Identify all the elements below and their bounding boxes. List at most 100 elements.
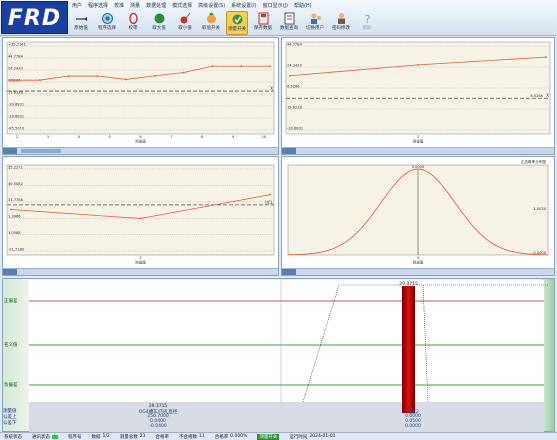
status-item-0: 系统状态 bbox=[4, 434, 22, 440]
status-item-5: 合格率 bbox=[155, 434, 169, 440]
x-axis-label: 测量值 bbox=[413, 260, 424, 265]
app-logo: FRD bbox=[1, 1, 68, 34]
scroll-right-button[interactable] bbox=[10, 148, 17, 154]
toolbar-label: 取小值 bbox=[178, 26, 192, 31]
status-label: 测量总数 bbox=[119, 434, 138, 440]
x-tick-label: 4 bbox=[78, 135, 81, 139]
lower-tolerance-label: 负偏差 bbox=[4, 383, 18, 388]
toolbar-button-6[interactable]: 测量开关 bbox=[226, 11, 248, 35]
status-label: 程序号 bbox=[68, 434, 82, 440]
y-tick-label: 40.5082 bbox=[8, 182, 23, 186]
data-point bbox=[139, 217, 142, 220]
range-chart-scrollbar[interactable] bbox=[3, 268, 278, 275]
scroll-left-button[interactable] bbox=[282, 148, 289, 154]
toolbar-label: 保存数据 bbox=[254, 26, 272, 31]
menu-item-7[interactable]: 系统设置(I) bbox=[231, 2, 256, 11]
right-axis-label: 1.0030 bbox=[533, 207, 546, 211]
toolbar-button-5[interactable]: 取值开关 bbox=[200, 11, 222, 35]
x-axis-label: 测量值 bbox=[135, 139, 146, 144]
scroll-left-button[interactable] bbox=[3, 269, 10, 275]
program-select-icon bbox=[101, 13, 113, 24]
menu-item-9[interactable]: 帮助(H) bbox=[294, 2, 312, 11]
status-item-8: 测量开关 bbox=[257, 433, 280, 440]
y-tick-label: 11.7788 bbox=[8, 198, 24, 202]
y-tick-label: 15.6238 bbox=[287, 105, 303, 109]
scroll-left-button[interactable] bbox=[282, 269, 289, 275]
min-value-icon bbox=[180, 12, 190, 24]
menu-item-2[interactable]: 校准 bbox=[114, 2, 124, 11]
status-item-6: 不合格数 11 bbox=[179, 434, 205, 440]
toolbar-button-8[interactable]: 数据查询 bbox=[278, 11, 300, 35]
data-point bbox=[417, 63, 419, 66]
zero-calibration-icon bbox=[128, 12, 138, 25]
save-data-icon bbox=[258, 12, 268, 25]
toolbar-button-1[interactable]: 程序选择 bbox=[96, 11, 118, 35]
toolbar-label: 测量开关 bbox=[228, 27, 246, 32]
trend-chart-scrollbar[interactable] bbox=[282, 147, 554, 154]
center-line-value: 6.5266 bbox=[530, 94, 543, 98]
x-tick-label: 2 bbox=[16, 135, 18, 139]
scroll-left-button[interactable] bbox=[3, 148, 10, 154]
scroll-right-button[interactable] bbox=[10, 269, 17, 275]
toolbar-button-11[interactable]: ? 帮助 bbox=[356, 11, 378, 35]
data-point bbox=[269, 193, 271, 196]
toolbar-button-7[interactable]: 保存数据 bbox=[252, 11, 274, 35]
toolbar-label: 取大值 bbox=[152, 26, 166, 31]
status-item-9: 运行时间 2024-01-01 bbox=[289, 434, 335, 440]
data-point bbox=[10, 79, 12, 82]
x-tick-label: 2 bbox=[139, 256, 141, 260]
x-tick-label: 10 bbox=[262, 135, 267, 139]
toolbar-button-9[interactable]: 切换用户 bbox=[304, 11, 326, 35]
status-item-2: 程序号 bbox=[68, 434, 82, 440]
menu-item-0[interactable]: 用户 bbox=[72, 2, 82, 11]
toolbar-label: 校零 bbox=[128, 26, 138, 31]
scroll-right-button[interactable] bbox=[289, 269, 296, 275]
menu-bar: 用户 程序选择 校准 测量 数据处理 模式选择 高级设置(S) 系统设置(I) 窗口显示(J) 帮… bbox=[72, 2, 312, 11]
menu-item-8[interactable]: 窗口显示(J) bbox=[263, 2, 288, 11]
toolbar-button-3[interactable]: 取大值 bbox=[148, 11, 170, 35]
menu-item-4[interactable]: 数据处理 bbox=[146, 2, 166, 11]
tolerance-control-chart: 29.3715 正偏差 名义值 负偏差 测量值 公差上 公差下 29.3715 … bbox=[2, 278, 555, 432]
x-axis-label: 测量值 bbox=[135, 260, 146, 265]
status-value: 测量开关 bbox=[257, 433, 280, 440]
y-tick-label: 1.3966 bbox=[8, 215, 21, 219]
toolbar-label: 取值开关 bbox=[202, 26, 220, 31]
status-value: 11 bbox=[198, 434, 205, 439]
switch-user-icon bbox=[310, 13, 321, 24]
menu-item-5[interactable]: 模式选择 bbox=[172, 2, 192, 11]
range-chart: 35.2271 40.5082 11.7788 1.3966 1.0568 -21.718… bbox=[6, 164, 275, 265]
chart-panel-xbar: +35.7141 44.7784 24.2420 6.5266 15.6238 -30.6… bbox=[2, 37, 279, 155]
peak-label: 0.0000 bbox=[412, 165, 425, 169]
toolbar-button-4[interactable]: 取小值 bbox=[174, 11, 196, 35]
toolbar-button-2[interactable]: 校零 bbox=[122, 11, 144, 35]
max-value-icon bbox=[154, 13, 164, 24]
y-tick-label: 44.7784 bbox=[8, 54, 24, 58]
menu-item-6[interactable]: 高级设置(S) bbox=[198, 2, 225, 11]
data-point bbox=[67, 75, 70, 77]
toolbar-label: 数据查询 bbox=[280, 26, 298, 31]
xbar-chart-scrollbar[interactable] bbox=[3, 147, 278, 154]
scroll-thumb[interactable] bbox=[21, 149, 61, 153]
normal-distribution-chart: 正态概率分布图 0.0000 1.0030 0.0000 0测量值 bbox=[287, 159, 549, 265]
x-tick-label: 5 bbox=[108, 135, 110, 139]
distribution-chart-scrollbar[interactable] bbox=[282, 268, 554, 275]
scroll-right-button[interactable] bbox=[289, 148, 296, 154]
menu-item-1[interactable]: 程序选择 bbox=[88, 2, 108, 11]
data-point bbox=[182, 71, 185, 74]
status-item-7: 合格率 0.000% bbox=[215, 434, 248, 440]
status-bar: 系统状态 通讯状态 程序号 数据 1/2 测量总数 23 合格率 不合格数 11 合格率 0.000%… bbox=[0, 432, 557, 440]
toolbar-label: 原始值 bbox=[74, 26, 88, 31]
x-tick-label: 7 bbox=[170, 135, 172, 139]
toolbar-button-10[interactable]: 密码修改 bbox=[330, 11, 352, 35]
data-point bbox=[289, 74, 291, 77]
center-line-label: X bbox=[546, 93, 549, 98]
value-switch-icon bbox=[206, 12, 216, 24]
data-query-icon bbox=[284, 12, 294, 25]
y-tick-label: 35.2271 bbox=[8, 165, 23, 169]
nominal-label: 名义值 bbox=[4, 343, 18, 348]
password-change-icon bbox=[337, 13, 345, 24]
menu-item-3[interactable]: 测量 bbox=[130, 2, 140, 11]
toolbar-button-0[interactable]: 原始值 bbox=[70, 11, 92, 35]
y-tick-label: 44.7784 bbox=[287, 42, 303, 46]
y-tick-label: 24.2420 bbox=[287, 63, 303, 67]
